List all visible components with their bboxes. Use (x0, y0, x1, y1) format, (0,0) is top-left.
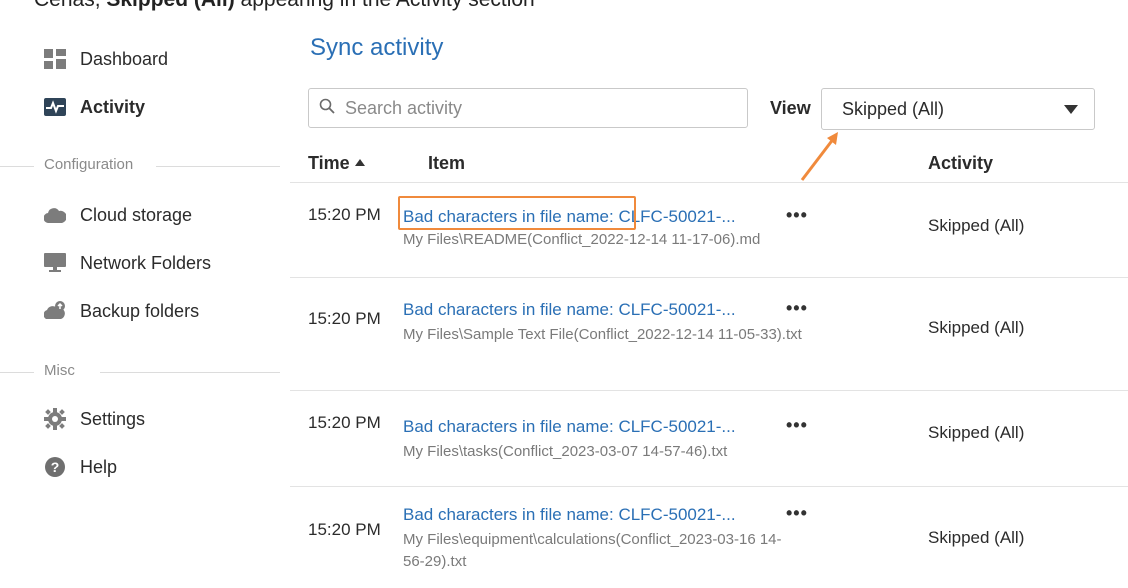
search-box[interactable] (308, 88, 748, 128)
cloud-icon (44, 204, 66, 226)
sidebar-item-label: Dashboard (80, 48, 169, 69)
sidebar-item-label: Network Folders (80, 252, 212, 273)
misc-section-label: Misc (0, 362, 280, 382)
row-path: My Files\Sample Text File(Conflict_2022-… (403, 326, 802, 343)
svg-text:?: ? (51, 459, 60, 475)
gear-icon (44, 408, 66, 430)
more-options-icon[interactable]: ••• (786, 415, 808, 436)
row-activity: Skipped (All) (928, 216, 1025, 235)
annotation-arrow (800, 132, 838, 181)
sidebar-item-settings[interactable]: Settings (44, 404, 145, 434)
annotation-highlight-box (398, 196, 636, 230)
row-path: My Files\README(Conflict_2022-12-14 11-1… (403, 231, 761, 248)
sidebar-item-label: Help (80, 456, 118, 477)
row-activity: Skipped (All) (928, 318, 1025, 337)
chevron-down-icon (1064, 105, 1078, 114)
top-caption: Cenas, Skipped (All) appearing in the Ac… (0, 0, 1128, 20)
sidebar-item-backup-folders[interactable]: Backup folders (44, 296, 199, 326)
row-path: My Files\tasks(Conflict_2023-03-07 14-57… (403, 443, 728, 460)
row-time: 15:20 PM (308, 309, 381, 328)
configuration-section-label: Configuration (0, 156, 280, 176)
row-time: 15:20 PM (308, 413, 381, 432)
row-title-link[interactable]: Bad characters in file name: CLFC-50021-… (403, 417, 736, 437)
sidebar-item-dashboard[interactable]: Dashboard (44, 44, 168, 74)
sidebar-item-help[interactable]: ? Help (44, 452, 117, 482)
sidebar-item-network-folders[interactable]: Network Folders (44, 248, 211, 278)
sidebar-item-label: Cloud storage (80, 204, 193, 225)
table-row: 15:20 PM Bad characters in file name: CL… (290, 486, 1128, 588)
table-row: 15:20 PM Bad characters in file name: CL… (290, 390, 1128, 487)
search-input[interactable] (343, 96, 727, 120)
sidebar: Dashboard Activity Configuration Cloud s… (0, 20, 280, 587)
sidebar-item-cloud-storage[interactable]: Cloud storage (44, 200, 192, 230)
column-header-item: Item (428, 153, 466, 173)
more-options-icon[interactable]: ••• (786, 298, 808, 319)
caption-bold: Skipped (All) (106, 0, 234, 11)
table-row: 15:20 PM Bad characters in file name: CL… (290, 277, 1128, 390)
row-title-link[interactable]: Bad characters in file name: CLFC-50021-… (403, 505, 736, 525)
help-icon: ? (44, 456, 66, 478)
column-header-activity: Activity (928, 153, 994, 173)
row-time: 15:20 PM (308, 205, 381, 224)
activity-icon (44, 96, 66, 118)
caption-pre: Cenas, (34, 0, 106, 11)
row-activity: Skipped (All) (928, 528, 1025, 547)
monitor-icon (44, 252, 66, 274)
view-select-value: Skipped (All) (842, 98, 945, 119)
sidebar-item-label: Activity (80, 96, 146, 117)
page-title: Sync activity (310, 34, 444, 61)
view-select[interactable]: Skipped (All) (821, 88, 1095, 130)
sidebar-item-label: Settings (80, 408, 146, 429)
row-time: 15:20 PM (308, 520, 381, 539)
sidebar-item-activity[interactable]: Activity (44, 92, 145, 122)
backup-icon (44, 300, 66, 322)
row-path: My Files\equipment\calculations(Conflict… (403, 531, 782, 570)
sort-ascending-icon (354, 159, 365, 166)
row-activity: Skipped (All) (928, 423, 1025, 442)
view-label: View (770, 98, 811, 118)
caption-post: appearing in the Activity section (235, 0, 535, 11)
more-options-icon[interactable]: ••• (786, 205, 808, 226)
sidebar-item-label: Backup folders (80, 300, 200, 321)
row-title-link[interactable]: Bad characters in file name: CLFC-50021-… (403, 300, 736, 320)
search-icon (319, 98, 335, 119)
column-header-time[interactable]: Time (308, 153, 365, 174)
more-options-icon[interactable]: ••• (786, 503, 808, 524)
dashboard-icon (44, 48, 66, 70)
